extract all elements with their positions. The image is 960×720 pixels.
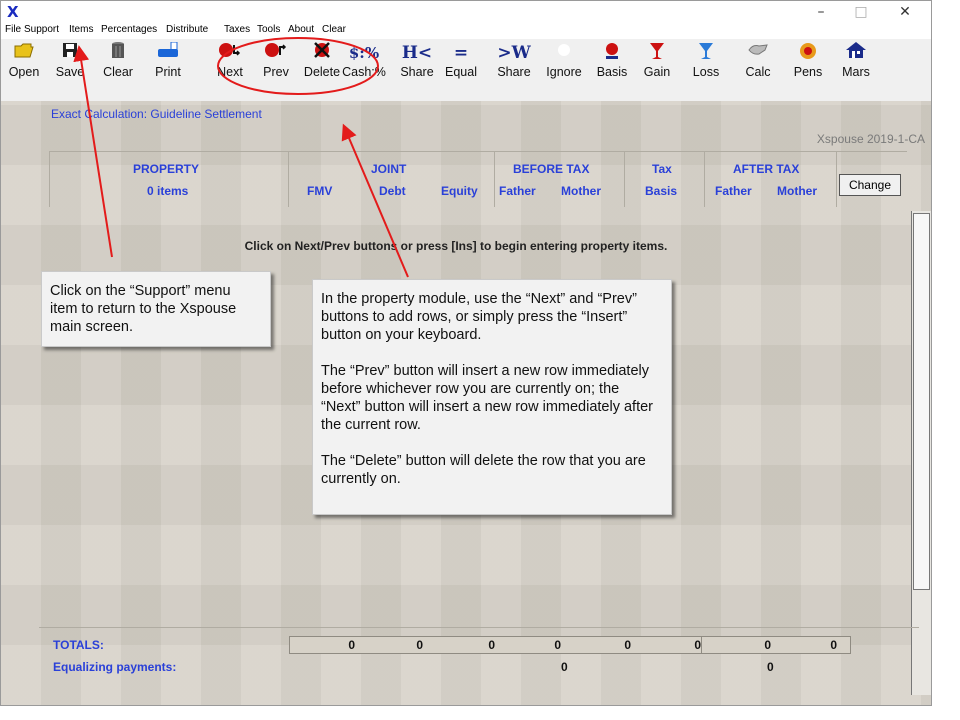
menu-distribute[interactable]: Distribute bbox=[166, 24, 208, 35]
folder-icon bbox=[1, 41, 47, 65]
equal-button[interactable]: = Equal bbox=[438, 41, 484, 87]
ignore-button[interactable]: Ignore bbox=[541, 41, 587, 87]
total-basis: 0 bbox=[694, 638, 701, 652]
share-w-icon: >W bbox=[497, 43, 531, 63]
version-label: Xspouse 2019-1-CA bbox=[816, 132, 925, 146]
property-header: PROPERTY 0 items JOINT FMV Debt Equity B… bbox=[49, 151, 907, 207]
loss-glass-icon bbox=[683, 41, 729, 65]
header-before-tax: BEFORE TAX bbox=[513, 162, 590, 176]
total-after-father: 0 bbox=[764, 638, 771, 652]
mars-button[interactable]: Mars bbox=[833, 41, 879, 87]
prev-button[interactable]: Prev bbox=[253, 41, 299, 87]
ignore-icon bbox=[541, 41, 587, 65]
total-before-father: 0 bbox=[554, 638, 561, 652]
next-button[interactable]: Next bbox=[207, 41, 253, 87]
header-tax: Tax bbox=[652, 162, 672, 176]
delete-row-icon bbox=[299, 41, 345, 65]
property-callout: In the property module, use the “Next” a… bbox=[312, 279, 672, 515]
basis-button[interactable]: Basis bbox=[589, 41, 635, 87]
header-before-father: Father bbox=[499, 184, 536, 198]
property-callout-p1: In the property module, use the “Next” a… bbox=[321, 291, 637, 343]
loss-button[interactable]: Loss bbox=[683, 41, 729, 87]
delete-button[interactable]: Delete bbox=[299, 41, 345, 87]
scrollbar-thumb[interactable] bbox=[913, 213, 930, 590]
totals-label: TOTALS: bbox=[53, 638, 104, 652]
menu-taxes[interactable]: Taxes bbox=[224, 24, 250, 35]
header-after-tax: AFTER TAX bbox=[733, 162, 800, 176]
header-fmv: FMV bbox=[307, 184, 333, 198]
equalizing-before: 0 bbox=[561, 660, 568, 674]
header-before-mother: Mother bbox=[561, 184, 601, 198]
xspouse-app-icon[interactable]: X bbox=[7, 3, 19, 21]
house-icon bbox=[833, 41, 879, 65]
header-property: PROPERTY bbox=[133, 162, 200, 176]
property-callout-p2: The “Prev” button will insert a new row … bbox=[321, 363, 654, 433]
header-after-tax-cell bbox=[705, 152, 837, 207]
menu-support[interactable]: Support bbox=[24, 24, 59, 35]
header-joint-cell bbox=[289, 152, 495, 207]
total-debt: 0 bbox=[416, 638, 423, 652]
header-tax-cell bbox=[625, 152, 705, 207]
floppy-icon bbox=[47, 41, 93, 65]
pens-icon bbox=[785, 41, 831, 65]
vertical-scrollbar[interactable] bbox=[911, 211, 931, 695]
property-module: Exact Calculation: Guideline Settlement … bbox=[1, 101, 931, 705]
equal-icon: = bbox=[453, 43, 469, 63]
calc-hand-icon bbox=[735, 41, 781, 65]
totals-row: TOTALS: Equalizing payments: 0 0 0 0 0 0… bbox=[39, 627, 919, 679]
header-joint: JOINT bbox=[371, 162, 407, 176]
cash-percent-button[interactable]: $:% Cash:% bbox=[341, 41, 387, 87]
equalizing-payments-label: Equalizing payments: bbox=[53, 660, 177, 674]
minimize-button[interactable]: – bbox=[801, 1, 841, 23]
instruction-text: Click on Next/Prev buttons or press [Ins… bbox=[244, 239, 668, 253]
header-property-cell bbox=[49, 152, 289, 207]
app-window: X – □ ✕ File Support Items Percentages D… bbox=[0, 0, 932, 706]
trash-icon bbox=[95, 41, 141, 65]
menu-clear[interactable]: Clear bbox=[322, 24, 346, 35]
header-basis: Basis bbox=[645, 184, 678, 198]
maximize-button[interactable]: □ bbox=[841, 1, 881, 23]
menu-about[interactable]: About bbox=[288, 24, 314, 35]
total-before-mother: 0 bbox=[624, 638, 631, 652]
print-button[interactable]: Print bbox=[145, 41, 191, 87]
save-button[interactable]: Save bbox=[47, 41, 93, 87]
change-button[interactable]: Change bbox=[839, 174, 901, 196]
menu-tools[interactable]: Tools bbox=[257, 24, 280, 35]
total-fmv: 0 bbox=[348, 638, 355, 652]
support-callout-text: Click on the “Support” menu item to retu… bbox=[50, 283, 237, 335]
share-h-button[interactable]: H< Share bbox=[394, 41, 440, 87]
pens-button[interactable]: Pens bbox=[785, 41, 831, 87]
header-before-tax-cell bbox=[495, 152, 625, 207]
header-item-count: 0 items bbox=[147, 184, 189, 198]
clear-button[interactable]: Clear bbox=[95, 41, 141, 87]
basis-icon bbox=[589, 41, 635, 65]
menu-percentages[interactable]: Percentages bbox=[101, 24, 157, 35]
support-callout: Click on the “Support” menu item to retu… bbox=[41, 271, 271, 347]
share-w-button[interactable]: >W Share bbox=[491, 41, 537, 87]
header-equity: Equity bbox=[441, 184, 478, 198]
menu-file[interactable]: File bbox=[5, 24, 21, 35]
menu-items[interactable]: Items bbox=[69, 24, 93, 35]
header-after-mother: Mother bbox=[777, 184, 817, 198]
module-subtitle: Exact Calculation: Guideline Settlement bbox=[51, 107, 262, 121]
printer-icon bbox=[145, 41, 191, 65]
close-button[interactable]: ✕ bbox=[885, 1, 925, 23]
prev-row-icon bbox=[253, 41, 299, 65]
cash-percent-icon: $:% bbox=[348, 44, 380, 62]
header-after-father: Father bbox=[715, 184, 752, 198]
total-equity: 0 bbox=[488, 638, 495, 652]
next-row-icon bbox=[207, 41, 253, 65]
property-callout-p3: The “Delete” button will delete the row … bbox=[321, 453, 646, 487]
menu-bar: File Support Items Percentages Distribut… bbox=[1, 23, 931, 39]
header-debt: Debt bbox=[379, 184, 406, 198]
share-h-icon: H< bbox=[401, 43, 433, 63]
gain-glass-icon bbox=[634, 41, 680, 65]
toolbar: Open Save Clear Print Next Prev Delete $… bbox=[1, 39, 931, 101]
total-after-mother: 0 bbox=[830, 638, 837, 652]
calc-button[interactable]: Calc bbox=[735, 41, 781, 87]
gain-button[interactable]: Gain bbox=[634, 41, 680, 87]
equalizing-after: 0 bbox=[767, 660, 774, 674]
title-bar: X – □ ✕ bbox=[1, 1, 931, 23]
open-button[interactable]: Open bbox=[1, 41, 47, 87]
